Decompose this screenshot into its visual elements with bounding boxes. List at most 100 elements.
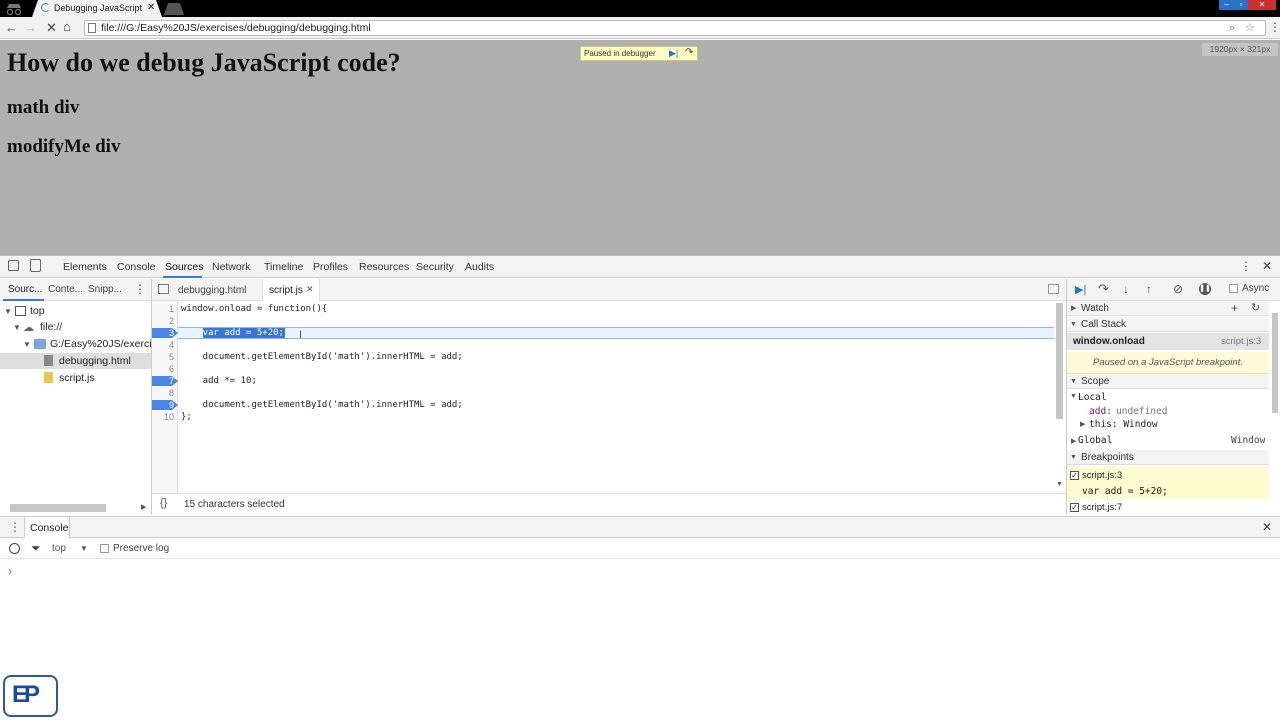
tab-resources[interactable]: Resources <box>359 261 409 273</box>
line-number[interactable]: 4 <box>152 340 178 350</box>
step-into-button-icon[interactable]: ↓ <box>1123 282 1129 296</box>
close-window-button[interactable]: ✕ <box>1248 0 1276 10</box>
breakpoint-checkbox[interactable]: ✓ <box>1070 471 1079 480</box>
toggle-navigator-icon[interactable] <box>158 284 169 294</box>
code-line[interactable]: document.getElementById('math').innerHTM… <box>181 400 463 410</box>
address-bar[interactable]: file:///G:/Easy%20JS/exercises/debugging… <box>84 20 1266 36</box>
watch-section[interactable]: ▶ Watch + ↻ <box>1067 301 1269 316</box>
sidebar-scrollbar[interactable] <box>1272 313 1278 413</box>
code-line[interactable]: add *= 10; <box>181 376 257 386</box>
drawer-menu-icon[interactable]: ⋮ <box>9 520 21 534</box>
tab-timeline[interactable]: Timeline <box>264 261 303 273</box>
editor-tab-close-icon[interactable]: ✕ <box>306 284 314 295</box>
zoom-icon[interactable]: ⌕ <box>1229 21 1235 35</box>
context-select[interactable]: top <box>52 543 66 554</box>
tab-profiles[interactable]: Profiles <box>313 261 348 273</box>
code-line[interactable]: document.getElementById('math').innerHTM… <box>181 352 463 362</box>
line-number[interactable]: 1 <box>152 304 178 314</box>
pause-on-exceptions-icon[interactable]: ❚❚ <box>1199 283 1211 295</box>
minimize-button[interactable]: – <box>1219 0 1234 10</box>
navigator-more-icon[interactable]: ⋮ <box>134 282 146 296</box>
refresh-watch-icon[interactable]: ↻ <box>1251 301 1260 316</box>
stop-icon[interactable]: ✕ <box>46 20 57 36</box>
step-out-button-icon[interactable]: ↑ <box>1146 282 1152 296</box>
pretty-print-button[interactable]: {} <box>160 497 167 509</box>
tree-item-top[interactable]: top <box>30 305 45 317</box>
tree-arrow-top[interactable]: ▼ <box>4 307 12 316</box>
browser-tab[interactable]: Debugging JavaScript ✕ <box>32 0 162 17</box>
breakpoints-section[interactable]: ▼ Breakpoints <box>1067 450 1269 465</box>
maximize-button[interactable]: ▫ <box>1234 0 1248 10</box>
menu-icon[interactable]: ⋮ <box>1269 20 1280 34</box>
breakpoint-location[interactable]: script.js:7 <box>1082 502 1122 513</box>
console-input[interactable] <box>18 562 1268 578</box>
toggle-debugger-icon[interactable] <box>1048 284 1059 294</box>
add-watch-icon[interactable]: + <box>1231 301 1238 316</box>
scroll-right-icon[interactable]: ▶ <box>141 503 146 511</box>
scope-this[interactable]: this: Window <box>1089 419 1158 430</box>
tree-arrow-folder[interactable]: ▼ <box>23 340 31 349</box>
line-number[interactable]: 6 <box>152 364 178 374</box>
line-number[interactable]: 10 <box>152 412 178 422</box>
scroll-down-icon[interactable]: ▼ <box>1056 481 1063 488</box>
tab-console[interactable]: Console <box>117 261 156 273</box>
call-frame[interactable]: window.onload script.js:3 <box>1067 333 1269 350</box>
tree-arrow-file[interactable]: ▼ <box>13 323 21 332</box>
console-drawer-tab[interactable]: Console <box>30 522 69 534</box>
expand-arrow-icon[interactable]: ▶ <box>1071 437 1076 445</box>
editor-tab-script-js[interactable]: script.js <box>269 285 303 296</box>
editor-tab-debugging-html[interactable]: debugging.html <box>178 285 246 296</box>
devtools-close-icon[interactable]: ✕ <box>1262 259 1272 273</box>
tab-sources[interactable]: Sources <box>165 261 204 273</box>
tab-network[interactable]: Network <box>212 261 251 273</box>
code-line-selected[interactable]: var add = 5+20; <box>181 328 284 338</box>
console-prompt[interactable]: › <box>8 564 12 578</box>
tab-security[interactable]: Security <box>416 261 454 273</box>
line-number[interactable]: 5 <box>152 352 178 362</box>
home-icon[interactable]: ⌂ <box>63 19 71 34</box>
forward-icon[interactable]: → <box>24 20 37 35</box>
tab-audits[interactable]: Audits <box>465 261 494 273</box>
line-number[interactable]: 8 <box>152 388 178 398</box>
inspect-icon[interactable] <box>8 260 19 271</box>
code-line[interactable]: window.onload = function(){ <box>181 304 327 314</box>
code-line[interactable]: }; <box>181 412 192 422</box>
preserve-log-checkbox[interactable] <box>100 544 109 553</box>
scope-section[interactable]: ▼ Scope <box>1067 374 1269 389</box>
tree-item-file[interactable]: file:// <box>40 321 62 333</box>
tree-item-debugging-html[interactable]: debugging.html <box>59 355 131 367</box>
resume-button-icon[interactable]: ▶| <box>1075 283 1086 296</box>
new-tab-button[interactable] <box>164 3 184 15</box>
scope-global[interactable]: Global <box>1078 435 1112 446</box>
tab-close-icon[interactable]: ✕ <box>147 2 155 13</box>
call-stack-section[interactable]: ▼ Call Stack <box>1067 317 1269 332</box>
filter-icon[interactable]: ⏷ <box>31 541 41 556</box>
step-over-button-icon[interactable]: ↷ <box>1098 281 1109 297</box>
device-mode-icon[interactable] <box>30 259 41 272</box>
devtools-menu-icon[interactable]: ⋮ <box>1240 259 1252 273</box>
tree-item-script-js[interactable]: script.js <box>59 372 95 384</box>
back-icon[interactable]: ← <box>5 20 18 35</box>
step-over-icon[interactable]: ↷ <box>685 46 693 59</box>
clear-console-icon[interactable] <box>9 543 20 554</box>
drawer-close-icon[interactable]: ✕ <box>1262 520 1272 534</box>
call-frame-location[interactable]: script.js:3 <box>1221 336 1261 347</box>
scope-local[interactable]: Local <box>1078 392 1107 403</box>
bookmark-star-icon[interactable]: ☆ <box>1245 21 1255 35</box>
navigator-tab-content-scripts[interactable]: Conte... <box>48 284 83 295</box>
breakpoint-location[interactable]: script.js:3 <box>1082 470 1122 481</box>
context-dropdown-icon[interactable]: ▼ <box>80 544 88 553</box>
resume-icon[interactable]: ▶| <box>669 47 678 60</box>
line-number[interactable]: 2 <box>152 316 178 326</box>
tree-item-folder[interactable]: G:/Easy%20JS/exercises <box>50 338 151 350</box>
async-checkbox[interactable] <box>1229 284 1238 293</box>
tab-elements[interactable]: Elements <box>63 261 107 273</box>
navigator-tab-snippets[interactable]: Snipp... <box>88 284 122 295</box>
navigator-scrollbar[interactable] <box>10 504 106 512</box>
breakpoint-checkbox[interactable]: ✓ <box>1070 503 1079 512</box>
collapse-arrow-icon[interactable]: ▼ <box>1070 393 1077 400</box>
editor-scrollbar[interactable] <box>1056 303 1063 419</box>
navigator-tab-sources[interactable]: Sourc... <box>8 284 42 295</box>
deactivate-breakpoints-icon[interactable]: ⊘ <box>1173 282 1183 296</box>
expand-arrow-icon[interactable]: ▶ <box>1080 420 1085 428</box>
